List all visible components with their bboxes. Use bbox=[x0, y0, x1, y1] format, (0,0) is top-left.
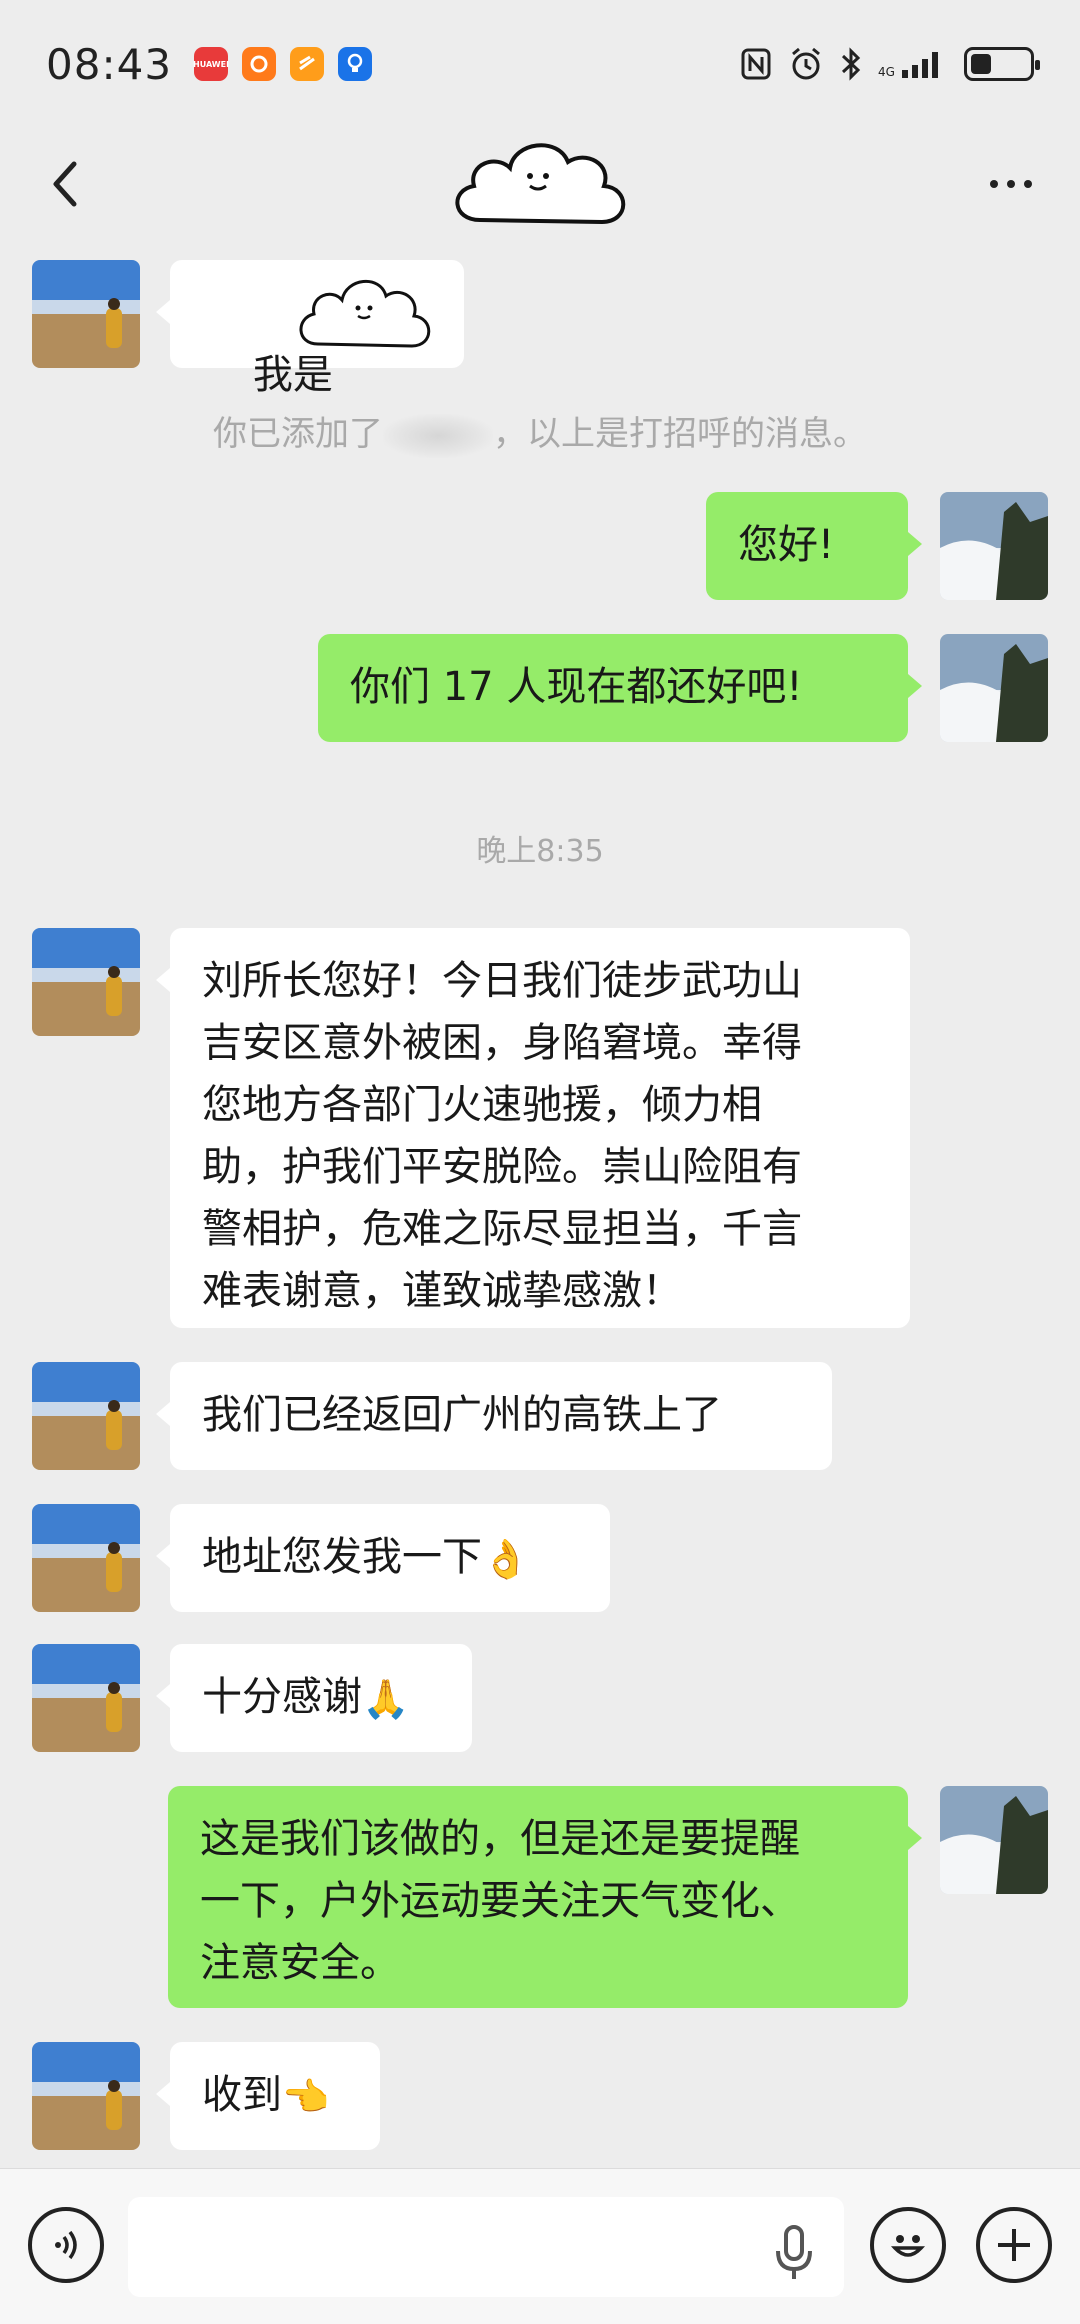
orange-app-icon-2 bbox=[290, 47, 325, 81]
battery-icon bbox=[964, 47, 1040, 81]
status-bar: 08:43 HUAWEI 4G bbox=[0, 0, 1080, 128]
message-list[interactable]: 我是 你已添加了 ，以上是打招呼的消息。 您好! 你们 17 人现在都还好吧! 晚… bbox=[0, 238, 1080, 2168]
message-bubble[interactable]: 我们已经返回广州的高铁上了 bbox=[156, 1362, 832, 1470]
svg-text:4G: 4G bbox=[878, 65, 895, 79]
contact-name-cloud-sticker bbox=[455, 143, 626, 225]
emoji-button[interactable] bbox=[870, 2207, 946, 2283]
more-options-button[interactable] bbox=[976, 154, 1046, 214]
status-right-icons: 4G bbox=[740, 46, 1040, 82]
more-functions-button[interactable] bbox=[976, 2207, 1052, 2283]
my-avatar[interactable] bbox=[940, 492, 1048, 600]
signal-icon: 4G bbox=[878, 52, 938, 79]
chat-header bbox=[0, 128, 1080, 238]
huawei-appgallery-icon: HUAWEI bbox=[193, 47, 229, 81]
name-cloud-sticker bbox=[299, 279, 431, 348]
message-bubble[interactable]: 地址您发我一下👌 bbox=[156, 1504, 610, 1612]
back-chevron-icon[interactable] bbox=[36, 154, 96, 214]
message-bubble[interactable]: 我是 bbox=[156, 260, 464, 398]
alarm-icon bbox=[792, 47, 820, 80]
message-bubble[interactable]: 您好! bbox=[706, 492, 922, 600]
smiley-icon bbox=[890, 2235, 926, 2257]
orange-app-icon bbox=[242, 47, 277, 81]
timestamp: 晚上8:35 bbox=[476, 834, 604, 869]
contact-avatar[interactable] bbox=[32, 928, 140, 1036]
contact-avatar[interactable] bbox=[32, 2042, 140, 2150]
praying-hands-emoji: 🙏 bbox=[362, 1677, 410, 1721]
nfc-icon bbox=[741, 48, 771, 80]
blue-bulb-icon bbox=[338, 47, 373, 81]
voice-mode-button[interactable] bbox=[28, 2207, 104, 2283]
message-bubble[interactable]: 这是我们该做的，但是还是要提醒 一下，户外运动要关注天气变化、 注意安全。 bbox=[168, 1786, 922, 2008]
input-bar bbox=[0, 2168, 1080, 2324]
blurred-name bbox=[383, 413, 493, 458]
ok-hand-emoji: 👌 bbox=[482, 1537, 530, 1581]
message-input[interactable] bbox=[128, 2197, 844, 2297]
system-notice: 你已添加了 ，以上是打招呼的消息。 bbox=[0, 406, 1080, 458]
status-time: 08:43 bbox=[46, 39, 173, 89]
bluetooth-icon bbox=[841, 47, 861, 81]
my-avatar[interactable] bbox=[940, 634, 1048, 742]
pointing-hand-emoji: 👈 bbox=[282, 2075, 330, 2119]
message-bubble[interactable]: 十分感谢🙏 bbox=[156, 1644, 472, 1752]
message-bubble[interactable]: 你们 17 人现在都还好吧! bbox=[318, 634, 922, 742]
contact-avatar[interactable] bbox=[32, 260, 140, 368]
my-avatar[interactable] bbox=[940, 1786, 1048, 1894]
message-bubble[interactable]: 刘所长您好！今日我们徒步武功山 吉安区意外被困，身陷窘境。幸得 您地方各部门火速… bbox=[156, 928, 910, 1328]
contact-avatar[interactable] bbox=[32, 1362, 140, 1470]
voice-icon bbox=[55, 2230, 77, 2260]
contact-avatar[interactable] bbox=[32, 1504, 140, 1612]
contact-avatar[interactable] bbox=[32, 1644, 140, 1752]
microphone-icon[interactable] bbox=[770, 2223, 818, 2283]
plus-icon bbox=[998, 2229, 1030, 2261]
message-bubble[interactable]: 收到👈 bbox=[156, 2042, 380, 2150]
